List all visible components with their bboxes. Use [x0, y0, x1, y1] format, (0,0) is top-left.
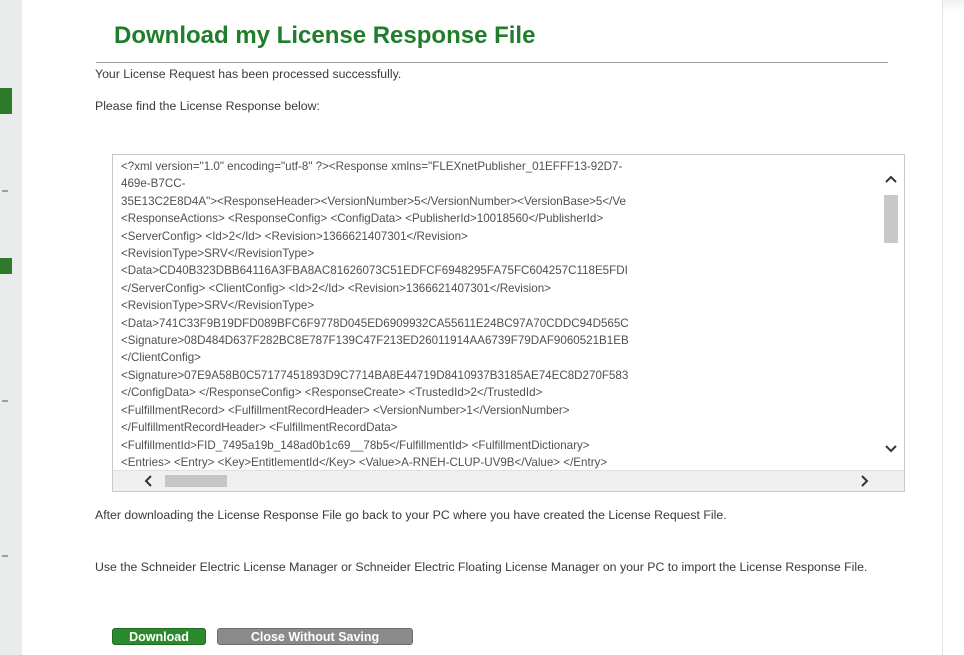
vertical-scrollbar[interactable]: [878, 155, 904, 471]
response-line: <FulfillmentRecord> <FulfillmentRecordHe…: [121, 403, 570, 417]
response-line: <?xml version="1.0" encoding="utf-8" ?><…: [121, 160, 623, 173]
import-instructions: Use the Schneider Electric License Manag…: [95, 560, 868, 574]
close-without-saving-button[interactable]: Close Without Saving: [217, 628, 413, 645]
chevron-up-icon[interactable]: [878, 169, 904, 191]
horizontal-scrollbar[interactable]: [113, 470, 904, 491]
background-accent: [0, 88, 12, 114]
response-line: <Data>CD40B323DBB64116A3FBA8AC81626073C5…: [121, 264, 628, 278]
background-mark: [2, 400, 8, 402]
response-line: <FulfillmentId>FID_7495a19b_148ad0b1c69_…: [121, 438, 590, 452]
title-divider: [96, 62, 888, 63]
response-line: <ServerConfig> <Id>2</Id> <Revision>1366…: [121, 229, 468, 243]
vertical-scroll-thumb[interactable]: [884, 195, 898, 243]
status-message: Your License Request has been processed …: [95, 67, 402, 81]
license-dialog: Download my License Response File Your L…: [22, 0, 943, 655]
response-line: </FulfillmentRecordHeader> <FulfillmentR…: [121, 421, 398, 435]
response-line: 469e-B7CC-: [121, 177, 186, 191]
dialog-title: Download my License Response File: [114, 22, 536, 49]
horizontal-scroll-thumb[interactable]: [165, 475, 227, 487]
response-line: 35E13C2E8D4A"><ResponseHeader><VersionNu…: [121, 194, 626, 208]
license-response-textarea[interactable]: <?xml version="1.0" encoding="utf-8" ?><…: [112, 154, 905, 492]
response-line: </ClientConfig>: [121, 351, 201, 365]
instruction-text: Please find the License Response below:: [95, 99, 320, 113]
chevron-left-icon[interactable]: [137, 471, 159, 491]
background-page: [0, 0, 23, 655]
response-line: <ResponseActions> <ResponseConfig> <Conf…: [121, 212, 604, 226]
license-response-content: <?xml version="1.0" encoding="utf-8" ?><…: [121, 158, 877, 471]
response-line: <RevisionType>SRV</RevisionType>: [121, 299, 315, 313]
response-line: </ServerConfig> <ClientConfig> <Id>2</Id…: [121, 281, 551, 295]
download-button[interactable]: Download: [112, 628, 206, 645]
chevron-down-icon[interactable]: [878, 439, 904, 461]
background-mark: [2, 555, 8, 557]
chevron-right-icon[interactable]: [854, 471, 876, 491]
screen: Download my License Response File Your L…: [0, 0, 964, 655]
response-line: <Entries> <Entry> <Key>EntitlementId</Ke…: [121, 455, 608, 469]
response-line: <Data>741C33F9B19DFD089BFC6F9778D045ED69…: [121, 316, 629, 330]
background-mark: [2, 190, 8, 192]
background-accent: [0, 258, 12, 274]
response-line: <RevisionType>SRV</RevisionType>: [121, 247, 315, 261]
response-line: <Signature>07E9A58B0C57177451893D9C7714B…: [121, 368, 629, 382]
after-download-text: After downloading the License Response F…: [95, 508, 727, 522]
response-line: <Signature>08D484D637F282BC8E787F139C47F…: [121, 334, 629, 348]
response-line: </ConfigData> </ResponseConfig> <Respons…: [121, 386, 543, 400]
